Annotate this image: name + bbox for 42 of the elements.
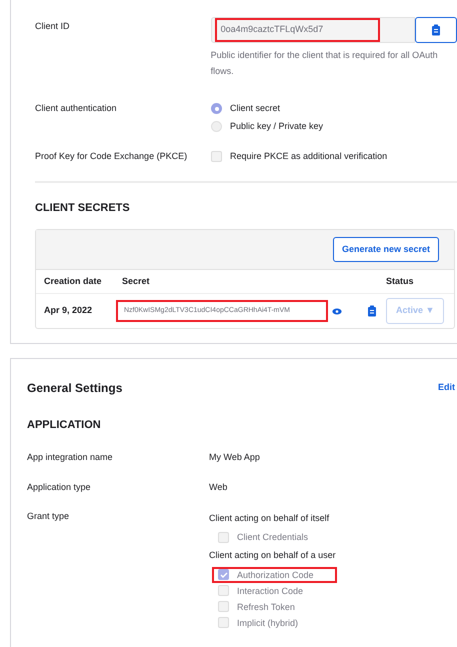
panel-title: General Settings: [27, 380, 122, 397]
group-label: Client acting on behalf of a user: [209, 550, 336, 560]
field-label: Grant type: [27, 510, 70, 520]
eye-icon[interactable]: [332, 308, 342, 314]
edit-link[interactable]: Edit: [438, 381, 455, 395]
radio-label: Public key / Private key: [230, 120, 324, 133]
column-header: Creation date: [44, 276, 102, 286]
table-cell: Apr 9, 2022: [44, 305, 92, 316]
checkbox-label: Interaction Code: [237, 584, 304, 596]
field-value: Web: [209, 481, 228, 494]
group-label: Client acting on behalf of itself: [209, 512, 330, 522]
client-id-value: 0oa4m9caztcTFLqWx5d7: [214, 18, 380, 42]
field-label: Client authentication: [35, 103, 117, 113]
checkbox[interactable]: [218, 585, 229, 596]
checkbox-label: Authorization Code: [237, 568, 314, 580]
radio-button[interactable]: [211, 103, 222, 114]
clipboard-icon: [431, 24, 441, 36]
checkbox[interactable]: [218, 617, 229, 628]
column-header: Status: [386, 276, 414, 286]
checkbox[interactable]: [218, 569, 229, 580]
field-label: App integration name: [27, 452, 113, 462]
section-heading: CLIENT SECRETS: [35, 202, 130, 214]
field-value: My Web App: [209, 450, 260, 464]
column-header: Secret: [122, 276, 150, 286]
checkbox-label: Client Credentials: [237, 531, 308, 543]
checkbox-label: Refresh Token: [237, 600, 295, 612]
help-text: Public identifier for the client that is required for all OAuth flows.: [210, 49, 439, 78]
checkbox[interactable]: [211, 151, 222, 162]
field-label: Client ID: [35, 21, 70, 31]
checkbox-label: Implicit (hybrid): [237, 616, 298, 628]
radio-button[interactable]: [211, 120, 222, 132]
checkbox[interactable]: [218, 532, 229, 542]
section-heading: APPLICATION: [27, 419, 101, 431]
field-label: Proof Key for Code Exchange (PKCE): [35, 151, 188, 161]
generate-secret-button[interactable]: Generate new secret: [332, 237, 439, 262]
copy-button[interactable]: [415, 17, 457, 43]
clipboard-icon: [367, 305, 377, 317]
checkbox[interactable]: [218, 601, 229, 612]
field-label: Application type: [27, 482, 91, 492]
radio-label: Client secret: [230, 102, 280, 115]
client-id-field[interactable]: 0oa4m9caztcTFLqWx5d7: [210, 17, 415, 43]
checkbox-label: Require PKCE as additional verification: [230, 150, 388, 163]
